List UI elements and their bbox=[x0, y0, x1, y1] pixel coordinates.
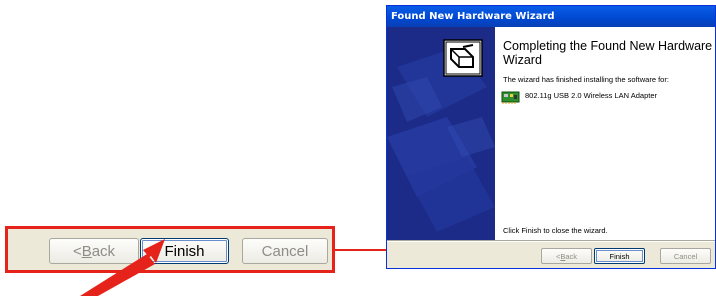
back-button[interactable]: < Back bbox=[541, 248, 592, 264]
button-separator bbox=[387, 240, 715, 242]
hardware-box-icon bbox=[443, 39, 483, 77]
wizard-content: Completing the Found New Hardware Wizard… bbox=[495, 27, 715, 240]
finish-label: Finish bbox=[609, 251, 630, 261]
zoomed-finish-button[interactable]: Finish bbox=[140, 238, 229, 264]
cancel-button[interactable]: Cancel bbox=[660, 248, 711, 264]
back-mnemonic: B bbox=[81, 242, 92, 260]
window-title: Found New Hardware Wizard bbox=[391, 11, 555, 22]
wizard-heading: Completing the Found New Hardware Wizard bbox=[503, 39, 713, 67]
network-card-icon bbox=[501, 91, 520, 104]
finish-label: Finish bbox=[164, 242, 205, 260]
device-name: 802.11g USB 2.0 Wireless LAN Adapter bbox=[525, 91, 658, 100]
finish-instruction: Click Finish to close the wizard. bbox=[503, 226, 608, 235]
wizard-side-panel bbox=[387, 27, 495, 240]
zoomed-button-strip: < Back Finish Cancel bbox=[5, 226, 335, 273]
cancel-label: Cancel bbox=[673, 251, 698, 261]
finish-button[interactable]: Finish bbox=[594, 248, 645, 264]
back-rest: ack bbox=[91, 242, 116, 260]
back-prefix: < bbox=[72, 242, 82, 260]
back-rest: ack bbox=[565, 251, 578, 261]
cancel-label: Cancel bbox=[261, 242, 309, 260]
zoomed-cancel-button[interactable]: Cancel bbox=[242, 238, 328, 264]
zoomed-back-button[interactable]: < Back bbox=[49, 238, 139, 264]
install-description: The wizard has finished installing the s… bbox=[503, 75, 669, 84]
title-bar: Found New Hardware Wizard bbox=[387, 6, 715, 27]
wizard-window: Found New Hardware Wizard Completing the… bbox=[386, 5, 716, 269]
